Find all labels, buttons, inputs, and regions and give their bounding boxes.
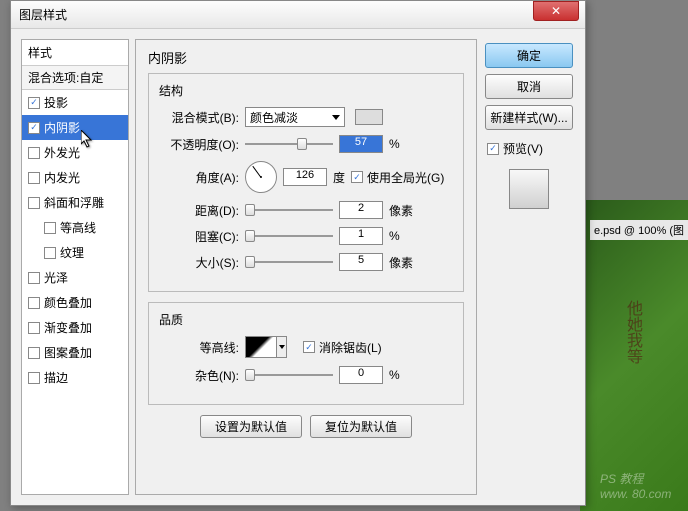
preview-checkbox[interactable] — [487, 143, 499, 155]
contour-label: 等高线: — [159, 339, 239, 356]
style-label: 渐变叠加 — [44, 319, 92, 336]
titlebar[interactable]: 图层样式 ✕ — [11, 1, 585, 29]
choke-slider[interactable] — [245, 235, 333, 237]
quality-group: 品质 等高线: 消除锯齿(L) 杂色(N): 0 — [148, 302, 464, 405]
bg-watermark: PS 教程 www. 80.com — [600, 470, 671, 501]
preview-label: 预览(V) — [503, 140, 543, 157]
blend-mode-combo[interactable]: 颜色减淡 — [245, 107, 345, 127]
style-checkbox[interactable] — [44, 247, 56, 259]
styles-header[interactable]: 样式 — [22, 40, 128, 66]
style-item-0[interactable]: 投影 — [22, 90, 128, 115]
choke-input[interactable]: 1 — [339, 227, 383, 245]
new-style-button[interactable]: 新建样式(W)... — [485, 105, 573, 130]
style-label: 内阴影 — [44, 119, 80, 136]
style-label: 纹理 — [60, 244, 84, 261]
angle-input[interactable]: 126 — [283, 168, 327, 186]
shadow-color-swatch[interactable] — [355, 109, 383, 125]
angle-unit: 度 — [333, 169, 345, 186]
style-checkbox[interactable] — [28, 322, 40, 334]
global-light-checkbox[interactable] — [351, 171, 363, 183]
distance-unit: 像素 — [389, 202, 413, 219]
style-label: 投影 — [44, 94, 68, 111]
dialog-buttons: 确定 取消 新建样式(W)... 预览(V) — [483, 39, 575, 495]
style-item-6[interactable]: 纹理 — [22, 240, 128, 265]
style-label: 等高线 — [60, 219, 96, 236]
antialias-label: 消除锯齿(L) — [319, 339, 382, 356]
structure-title: 结构 — [159, 82, 453, 99]
style-item-4[interactable]: 斜面和浮雕 — [22, 190, 128, 215]
blend-options-item[interactable]: 混合选项:自定 — [22, 66, 128, 90]
style-label: 描边 — [44, 369, 68, 386]
cancel-button[interactable]: 取消 — [485, 74, 573, 99]
style-label: 颜色叠加 — [44, 294, 92, 311]
contour-dropdown[interactable] — [277, 336, 287, 358]
style-checkbox[interactable] — [28, 197, 40, 209]
angle-label: 角度(A): — [159, 169, 239, 186]
preview-swatch — [509, 169, 549, 209]
dialog-title: 图层样式 — [19, 6, 533, 23]
opacity-input[interactable]: 57 — [339, 135, 383, 153]
style-label: 图案叠加 — [44, 344, 92, 361]
style-item-1[interactable]: 内阴影 — [22, 115, 128, 140]
noise-unit: % — [389, 368, 400, 382]
chevron-down-icon — [332, 115, 340, 120]
angle-dial[interactable] — [245, 161, 277, 193]
layer-style-dialog: 图层样式 ✕ 样式 混合选项:自定 投影内阴影外发光内发光斜面和浮雕等高线纹理光… — [10, 0, 586, 506]
style-checkbox[interactable] — [28, 147, 40, 159]
noise-slider[interactable] — [245, 374, 333, 376]
style-checkbox[interactable] — [28, 172, 40, 184]
noise-input[interactable]: 0 — [339, 366, 383, 384]
choke-label: 阻塞(C): — [159, 228, 239, 245]
style-item-3[interactable]: 内发光 — [22, 165, 128, 190]
style-checkbox[interactable] — [28, 297, 40, 309]
style-item-7[interactable]: 光泽 — [22, 265, 128, 290]
bg-calligraphy: 他她我等 — [620, 300, 644, 364]
antialias-checkbox[interactable] — [303, 341, 315, 353]
size-unit: 像素 — [389, 254, 413, 271]
styles-list: 样式 混合选项:自定 投影内阴影外发光内发光斜面和浮雕等高线纹理光泽颜色叠加渐变… — [21, 39, 129, 495]
ok-button[interactable]: 确定 — [485, 43, 573, 68]
distance-label: 距离(D): — [159, 202, 239, 219]
global-light-label: 使用全局光(G) — [367, 169, 444, 186]
style-checkbox[interactable] — [28, 122, 40, 134]
style-item-5[interactable]: 等高线 — [22, 215, 128, 240]
document-tab[interactable]: e.psd @ 100% (图 — [590, 220, 688, 240]
style-item-2[interactable]: 外发光 — [22, 140, 128, 165]
style-checkbox[interactable] — [28, 272, 40, 284]
style-label: 外发光 — [44, 144, 80, 161]
distance-slider[interactable] — [245, 209, 333, 211]
style-checkbox[interactable] — [44, 222, 56, 234]
style-item-8[interactable]: 颜色叠加 — [22, 290, 128, 315]
noise-label: 杂色(N): — [159, 367, 239, 384]
quality-title: 品质 — [159, 311, 453, 328]
style-label: 斜面和浮雕 — [44, 194, 104, 211]
size-input[interactable]: 5 — [339, 253, 383, 271]
size-slider[interactable] — [245, 261, 333, 263]
panel-title: 内阴影 — [148, 48, 464, 67]
style-checkbox[interactable] — [28, 347, 40, 359]
set-default-button[interactable]: 设置为默认值 — [200, 415, 302, 438]
style-item-10[interactable]: 图案叠加 — [22, 340, 128, 365]
opacity-slider[interactable] — [245, 143, 333, 145]
opacity-unit: % — [389, 137, 400, 151]
close-button[interactable]: ✕ — [533, 1, 579, 21]
style-label: 光泽 — [44, 269, 68, 286]
reset-default-button[interactable]: 复位为默认值 — [310, 415, 412, 438]
style-checkbox[interactable] — [28, 97, 40, 109]
style-label: 内发光 — [44, 169, 80, 186]
size-label: 大小(S): — [159, 254, 239, 271]
contour-swatch[interactable] — [245, 336, 277, 358]
choke-unit: % — [389, 229, 400, 243]
blend-mode-label: 混合模式(B): — [159, 109, 239, 126]
style-checkbox[interactable] — [28, 372, 40, 384]
structure-group: 结构 混合模式(B): 颜色减淡 不透明度(O): 57 % 角度 — [148, 73, 464, 292]
style-item-11[interactable]: 描边 — [22, 365, 128, 390]
distance-input[interactable]: 2 — [339, 201, 383, 219]
style-item-9[interactable]: 渐变叠加 — [22, 315, 128, 340]
settings-panel: 内阴影 结构 混合模式(B): 颜色减淡 不透明度(O): 57 % — [135, 39, 477, 495]
opacity-label: 不透明度(O): — [159, 136, 239, 153]
background-image: 他她我等 PS 教程 www. 80.com — [580, 200, 688, 511]
